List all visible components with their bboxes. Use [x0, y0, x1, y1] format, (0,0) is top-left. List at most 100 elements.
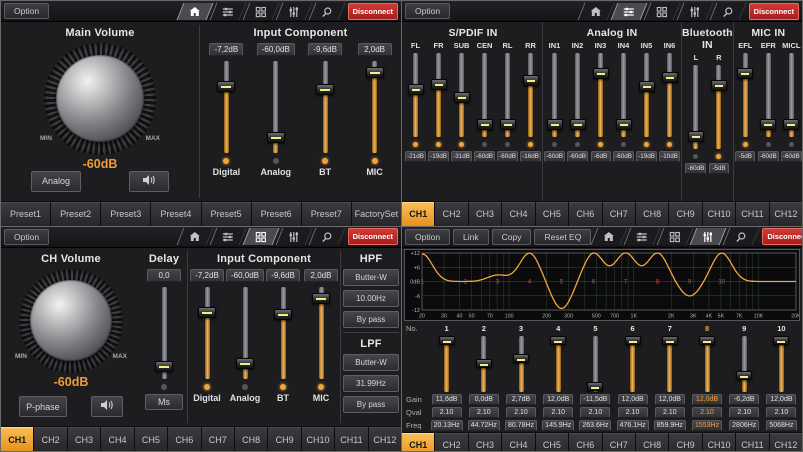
gain-value-badge[interactable]: -11,5dB [580, 394, 610, 405]
slider-thumb[interactable] [312, 293, 330, 304]
lpf-setting-button[interactable]: By pass [343, 396, 399, 413]
channel-tab[interactable]: CH12 [369, 427, 401, 451]
preset-tab[interactable]: Preset4 [151, 202, 200, 226]
level-slider[interactable] [662, 53, 678, 137]
preset-tab[interactable]: Preset1 [1, 202, 50, 226]
eq-gain-slider[interactable] [736, 336, 752, 392]
nav-tab-channel[interactable] [242, 228, 279, 245]
channel-tab[interactable]: CH10 [302, 427, 334, 451]
gain-value-badge[interactable]: -6,2dB [729, 394, 759, 405]
nav-tab-channel[interactable] [242, 3, 279, 20]
slider-thumb[interactable] [593, 68, 609, 79]
channel-tab[interactable]: CH6 [569, 202, 601, 226]
channel-tab[interactable]: CH1 [1, 427, 33, 451]
gain-value-badge[interactable]: 2,7dB [506, 394, 536, 405]
slider-thumb[interactable] [274, 309, 292, 320]
gain-value-badge[interactable]: 12,0dB [766, 394, 796, 405]
slider-thumb[interactable] [236, 358, 254, 369]
channel-tab[interactable]: CH1 [402, 433, 434, 452]
gain-value-badge[interactable]: 11,6dB [432, 394, 462, 405]
freq-value-badge[interactable]: 859.9Hz [654, 420, 686, 431]
gain-value-badge[interactable]: 0,0dB [469, 394, 499, 405]
channel-tab[interactable]: CH6 [569, 433, 601, 452]
slider-thumb[interactable] [439, 336, 455, 345]
slider-thumb[interactable] [523, 75, 539, 86]
mute-button[interactable] [91, 396, 123, 417]
slider-thumb[interactable] [783, 119, 799, 130]
freq-value-badge[interactable]: 5068Hz [766, 420, 796, 431]
freq-value-badge[interactable]: 476.1Hz [617, 420, 649, 431]
ch-volume-knob[interactable]: MIN MAX [19, 269, 123, 373]
channel-tab[interactable]: CH2 [435, 433, 467, 452]
eq-gain-slider[interactable] [513, 336, 529, 392]
channel-tab[interactable]: CH4 [101, 427, 133, 451]
nav-tab-eq[interactable] [690, 228, 727, 245]
slider-thumb[interactable] [662, 336, 678, 345]
nav-tab-tuning[interactable] [709, 3, 746, 20]
qval-value-badge[interactable]: 2.10 [729, 407, 759, 418]
preset-tab[interactable]: Preset5 [202, 202, 251, 226]
channel-tab[interactable]: CH1 [402, 202, 434, 226]
channel-tab[interactable]: CH11 [335, 427, 367, 451]
nav-tab-mixer[interactable] [624, 228, 661, 245]
level-slider[interactable] [570, 53, 586, 137]
eq-gain-slider[interactable] [550, 336, 566, 392]
preset-tab[interactable]: Preset2 [51, 202, 100, 226]
level-slider[interactable] [198, 287, 216, 379]
freq-value-badge[interactable]: 80.78Hz [505, 420, 537, 431]
level-slider[interactable] [236, 287, 254, 379]
eq-gain-slider[interactable] [773, 336, 789, 392]
level-slider[interactable] [500, 53, 516, 137]
freq-value-badge[interactable]: 145.9Hz [542, 420, 574, 431]
qval-value-badge[interactable]: 2.10 [655, 407, 685, 418]
main-volume-knob[interactable]: MIN MAX [44, 43, 156, 155]
freq-value-badge[interactable]: 44.72Hz [468, 420, 500, 431]
source-select-button[interactable]: Analog [31, 171, 81, 192]
slider-thumb[interactable] [454, 92, 470, 103]
level-slider[interactable] [523, 53, 539, 137]
slider-thumb[interactable] [408, 84, 424, 95]
nav-tab-eq[interactable] [676, 3, 713, 20]
nav-tab-eq[interactable] [275, 228, 312, 245]
slider-thumb[interactable] [587, 382, 603, 391]
disconnect-button[interactable]: Disconnect [348, 228, 398, 245]
lpf-setting-button[interactable]: 31.99Hz [343, 375, 399, 392]
level-slider[interactable] [639, 53, 655, 137]
level-slider[interactable] [711, 65, 727, 149]
level-slider[interactable] [688, 65, 704, 149]
channel-tab[interactable]: CH6 [168, 427, 200, 451]
qval-value-badge[interactable]: 2.10 [692, 407, 722, 418]
level-slider[interactable] [267, 61, 285, 153]
slider-thumb[interactable] [570, 119, 586, 130]
phase-button[interactable]: P-phase [19, 396, 67, 417]
option-button[interactable]: Option [405, 3, 450, 19]
nav-tab-home[interactable] [577, 3, 614, 20]
slider-thumb[interactable] [198, 307, 216, 318]
gain-value-badge[interactable]: 12,0dB [692, 394, 722, 405]
slider-thumb[interactable] [737, 68, 753, 79]
eq-response-graph[interactable]: +12+60dB-6-1220304050701002003005007001K… [404, 249, 800, 321]
slider-thumb[interactable] [639, 81, 655, 92]
freq-value-badge[interactable]: 2806Hz [729, 420, 759, 431]
level-slider[interactable] [217, 61, 235, 153]
channel-tab[interactable]: CH2 [34, 427, 66, 451]
hpf-setting-button[interactable]: Butter-W [343, 269, 399, 286]
eq-gain-slider[interactable] [699, 336, 715, 392]
nav-tab-tuning[interactable] [308, 228, 345, 245]
slider-thumb[interactable] [267, 132, 285, 143]
level-slider[interactable] [274, 287, 292, 379]
channel-tab[interactable]: CH10 [703, 202, 735, 226]
slider-thumb[interactable] [477, 119, 493, 130]
lpf-setting-button[interactable]: Butter-W [343, 354, 399, 371]
preset-tab[interactable]: Preset6 [252, 202, 301, 226]
eq-gain-slider[interactable] [625, 336, 641, 392]
hpf-setting-button[interactable]: By pass [343, 311, 399, 328]
eq-gain-slider[interactable] [476, 336, 492, 392]
level-slider[interactable] [408, 53, 424, 137]
eq-toolbar-button[interactable]: Link [453, 229, 489, 245]
disconnect-button[interactable]: Disconnect [762, 228, 802, 245]
freq-value-badge[interactable]: 1553Hz [692, 420, 722, 431]
level-slider[interactable] [366, 61, 384, 153]
slider-thumb[interactable] [662, 72, 678, 83]
channel-tab[interactable]: CH3 [469, 433, 501, 452]
